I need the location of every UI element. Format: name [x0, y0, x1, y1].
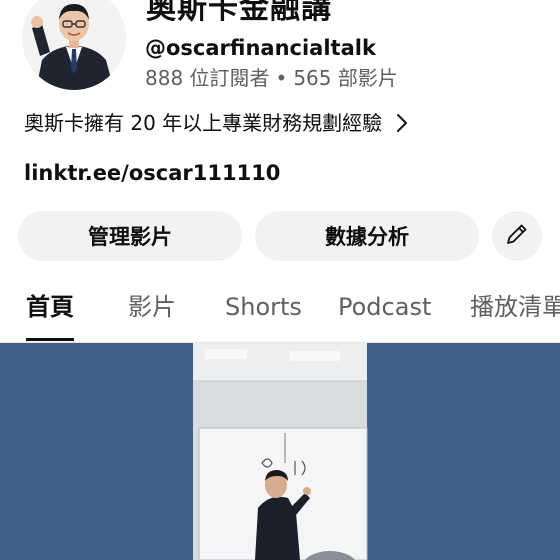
- channel-name: 奧斯卡金融講: [146, 0, 332, 26]
- channel-page: 奧斯卡金融講 @oscarfinancialtalk 888 位訂閱者 • 565 …: [0, 0, 560, 560]
- pencil-icon: [503, 220, 531, 253]
- video-count: 565 部影片: [293, 66, 398, 90]
- channel-stats: 888 位訂閱者 • 565 部影片: [145, 65, 398, 91]
- video-thumbnail: [0, 343, 560, 560]
- description-text: 奧斯卡擁有 20 年以上專業財務規劃經驗: [24, 111, 383, 135]
- chevron-right-icon: [396, 112, 412, 134]
- tab-podcast[interactable]: Podcast: [338, 280, 431, 342]
- tab-shorts[interactable]: Shorts: [225, 280, 302, 342]
- channel-handle: @oscarfinancialtalk: [145, 36, 376, 60]
- channel-link[interactable]: linktr.ee/oscar111110: [24, 158, 280, 188]
- subscriber-count: 888 位訂閱者: [145, 66, 270, 90]
- manage-videos-button[interactable]: 管理影片: [18, 211, 242, 261]
- tab-videos[interactable]: 影片: [128, 280, 176, 342]
- tab-playlists[interactable]: 播放清單: [470, 280, 560, 342]
- stats-separator: •: [275, 66, 288, 90]
- tab-home[interactable]: 首頁: [26, 280, 74, 342]
- avatar-photo: [22, 0, 126, 90]
- channel-tabs: 首頁 影片 Shorts Podcast 播放清單: [0, 280, 560, 343]
- edit-channel-button[interactable]: [492, 211, 542, 261]
- channel-avatar[interactable]: [22, 0, 126, 90]
- featured-video[interactable]: [0, 343, 560, 560]
- analytics-button[interactable]: 數據分析: [255, 211, 479, 261]
- channel-description[interactable]: 奧斯卡擁有 20 年以上專業財務規劃經驗: [24, 108, 544, 138]
